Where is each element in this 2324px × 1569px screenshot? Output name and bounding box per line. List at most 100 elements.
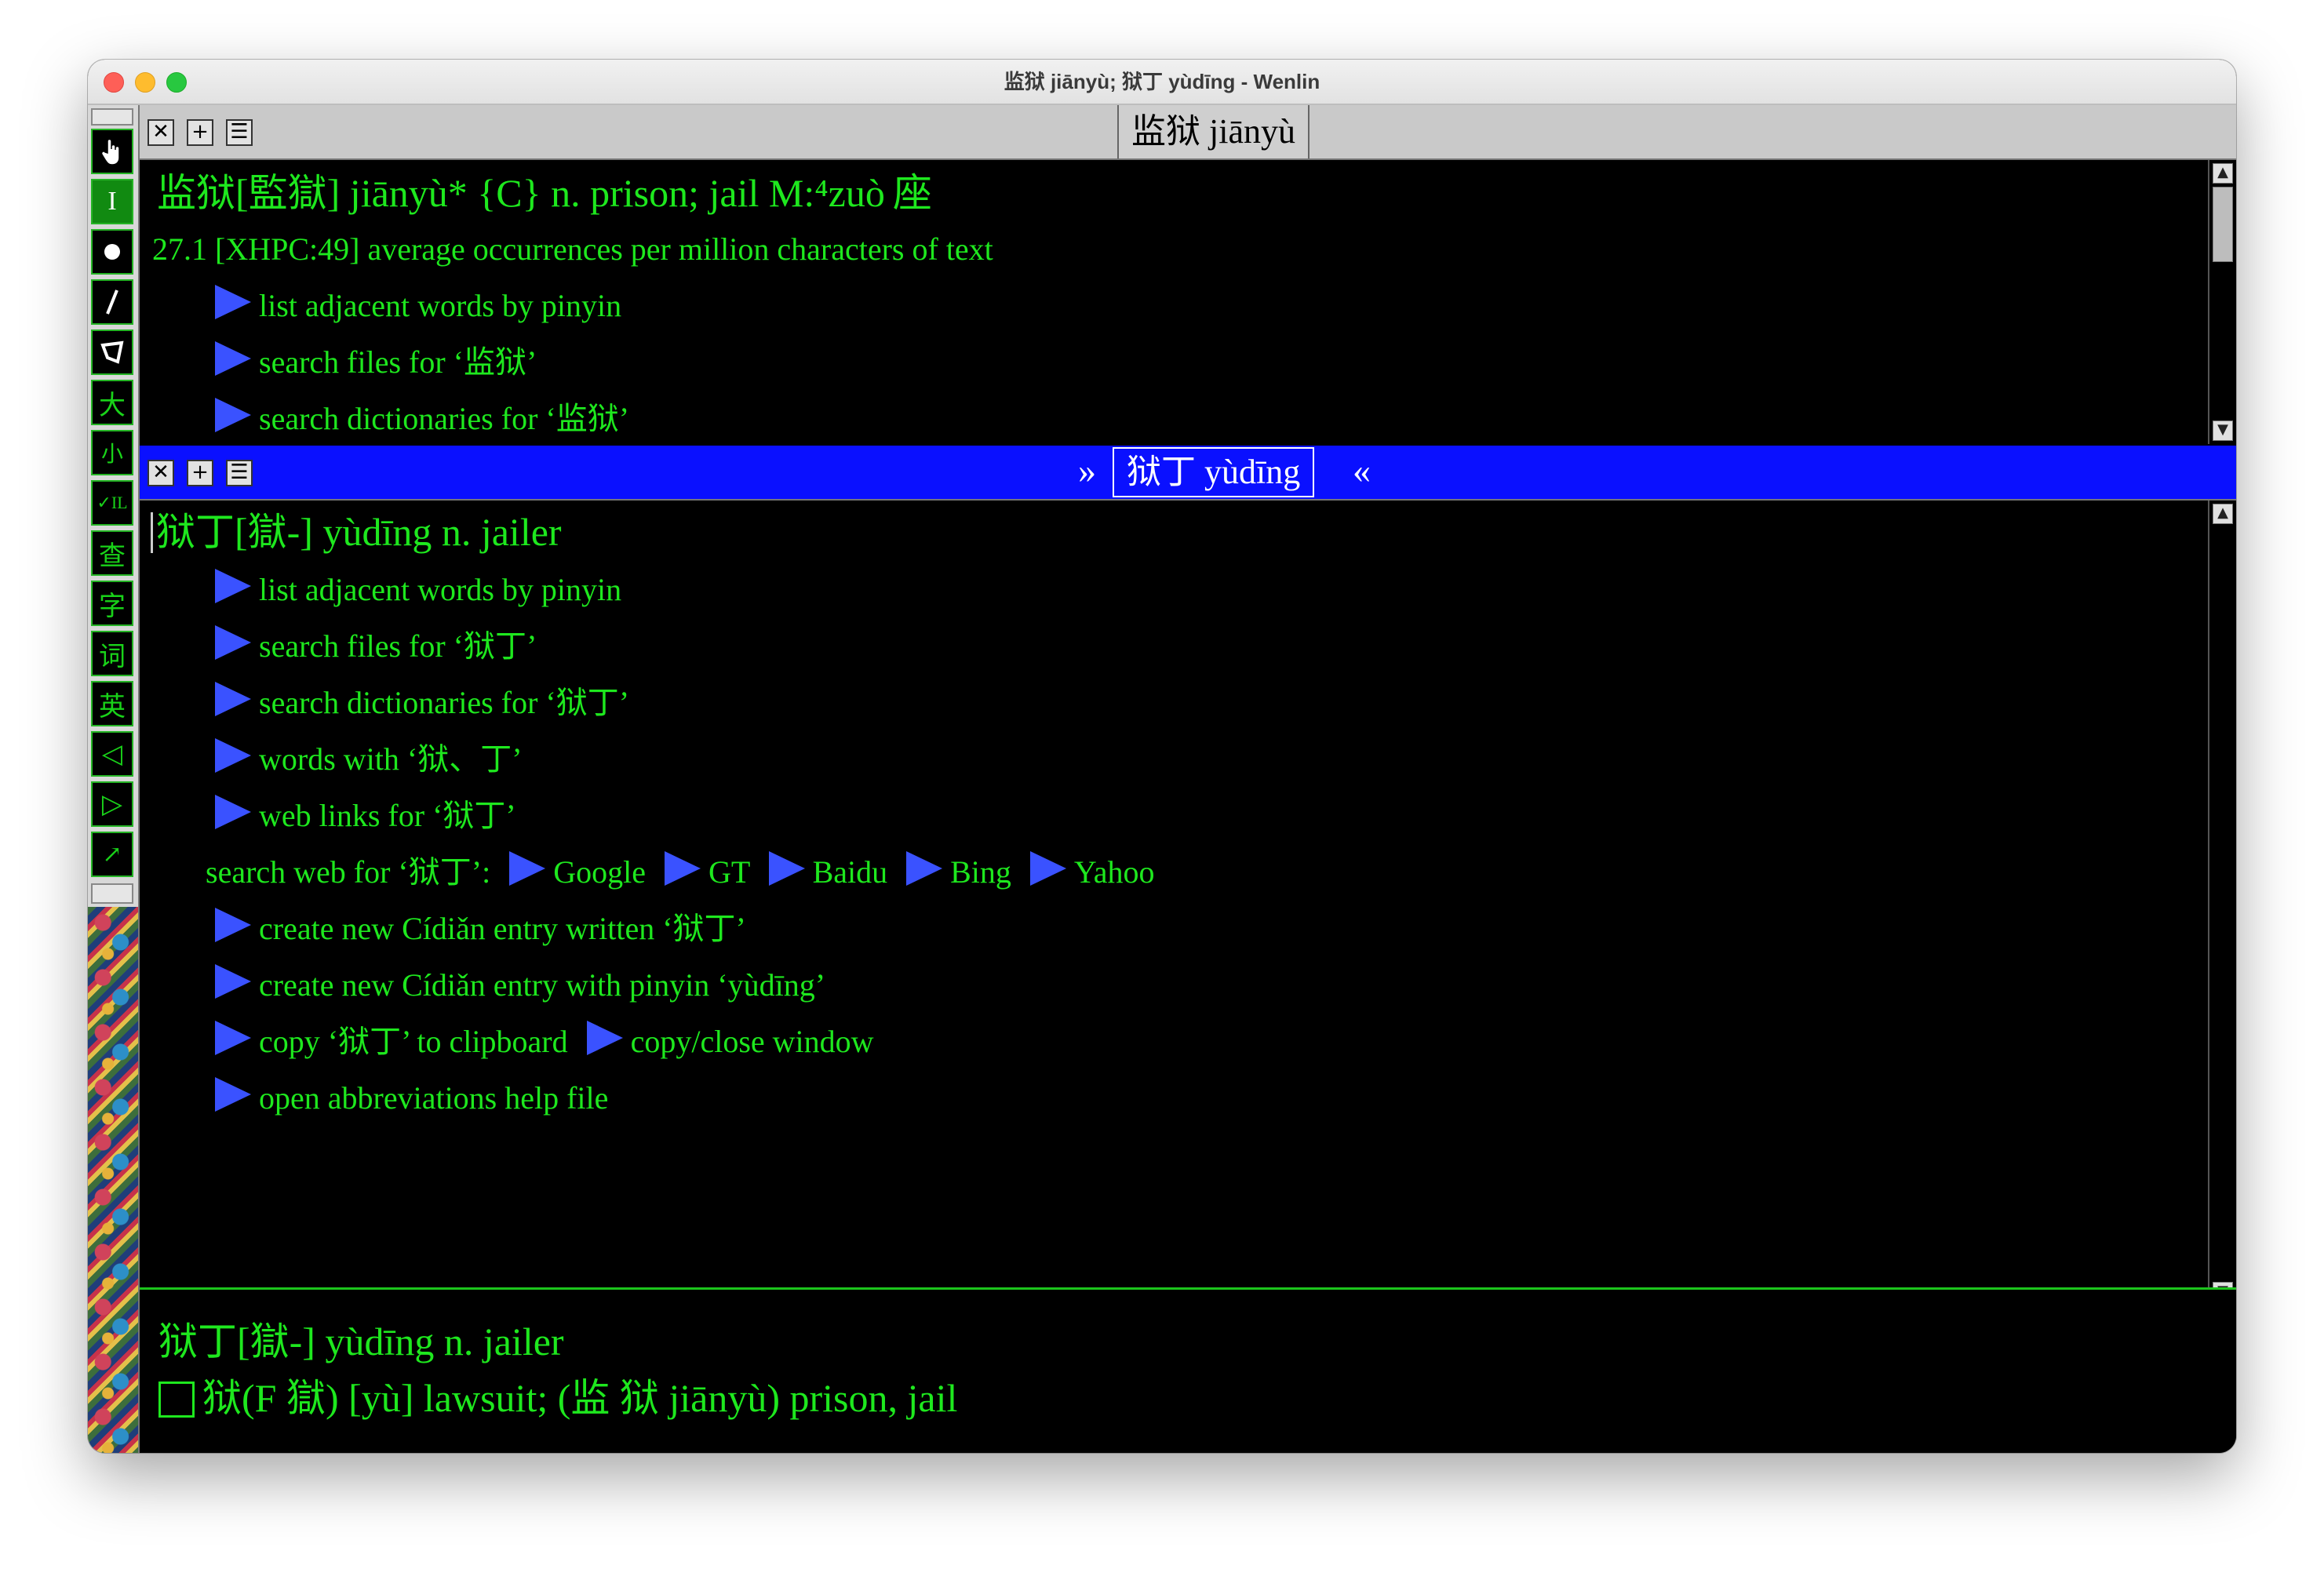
link-arrow-icon [215, 285, 251, 319]
pane1-header: ✕ + ☰ 监狱 jiānyù [140, 105, 2236, 160]
link-arrow-icon [215, 1077, 251, 1112]
pane2-close-icon[interactable]: ✕ [148, 460, 174, 486]
pane2-tab[interactable]: 狱丁 yùdīng [1113, 447, 1315, 497]
info-character-gloss: 狱(F 獄) [yù] lawsuit; (监 狱 jiānyù) prison… [202, 1376, 958, 1420]
expand-label: ↗ [102, 841, 122, 868]
lookup-icon[interactable]: 查 [91, 530, 133, 576]
search-web-label: search web for ‘狱丁’: [206, 854, 491, 890]
pane2-entry[interactable]: 狱丁[獄-] yùdīng n. jailer [151, 508, 562, 555]
back-arrow-label: ◁ [101, 740, 123, 769]
pane2-add-icon[interactable]: + [187, 460, 213, 486]
text-larger-icon[interactable]: 大 [91, 380, 133, 425]
info-entry-head: 狱丁[獄-] yùdīng n. jailer [158, 1320, 564, 1363]
scroll-up-icon[interactable]: ▲ [2213, 504, 2233, 524]
pane1-entry-head: 监狱[監獄] jiānyù* {C} n. prison; jail M:⁴zu… [157, 171, 885, 215]
link-label: web links for ‘狱丁’ [259, 798, 516, 833]
pane1-entry[interactable]: 监狱[監獄] jiānyù* {C} n. prison; jail M:⁴zu… [157, 169, 932, 217]
pane2-search-web-row: search web for ‘狱丁’: Google GT Baidu Bin… [206, 849, 1155, 896]
pane1-content: 监狱[監獄] jiānyù* {C} n. prison; jail M:⁴zu… [140, 160, 2209, 444]
title-bar: 监狱 jiānyù; 狱丁 yùdīng - Wenlin [88, 60, 2236, 105]
copy-clipboard-link[interactable]: copy ‘狱丁’ to clipboard [215, 1021, 568, 1059]
search-google-link[interactable]: Google [509, 851, 646, 890]
pane2-link-search-files[interactable]: search files for ‘狱丁’ [215, 623, 537, 670]
link-label: search files for ‘监狱’ [259, 344, 537, 380]
word-icon[interactable]: 词 [91, 631, 133, 676]
engine-label: Bing [950, 854, 1011, 890]
pane1-menu-icon[interactable]: ☰ [226, 119, 253, 146]
toolbar-bottom-handle[interactable] [91, 883, 133, 904]
link-arrow-icon [215, 795, 251, 829]
english-icon[interactable]: 英 [91, 681, 133, 726]
link-label: list adjacent words by pinyin [259, 572, 622, 607]
link-arrow-icon [906, 851, 943, 886]
link-arrow-icon [768, 851, 805, 886]
pane2-link-web-links[interactable]: web links for ‘狱丁’ [215, 792, 516, 839]
link-arrow-icon [215, 908, 251, 942]
forward-arrow-icon[interactable]: ▷ [91, 781, 133, 827]
expand-icon[interactable]: ↗ [91, 832, 133, 877]
decorative-border-image [88, 907, 138, 1453]
hand-pointer-icon[interactable] [91, 129, 133, 174]
character-icon[interactable]: 字 [91, 581, 133, 626]
pane1-measure-word[interactable]: 座 [893, 171, 932, 215]
search-yahoo-link[interactable]: Yahoo [1029, 851, 1155, 890]
link-label: search dictionaries for ‘监狱’ [259, 401, 630, 436]
wenlin-window: 监狱 jiānyù; 狱丁 yùdīng - Wenlin I 大 小 ✓IL … [88, 60, 2236, 1453]
toolbar-top-handle[interactable] [91, 108, 133, 126]
link-arrow-icon [1029, 851, 1066, 886]
search-bing-link[interactable]: Bing [906, 851, 1011, 890]
scroll-down-icon[interactable]: ▼ [2213, 420, 2233, 441]
pane2-link-abbreviations[interactable]: open abbreviations help file [215, 1075, 608, 1122]
lookup-label: 查 [99, 541, 126, 571]
pane2-link-create-written[interactable]: create new Cídiǎn entry written ‘狱丁’ [215, 905, 746, 952]
link-arrow-icon [215, 341, 251, 376]
info-panel: 狱丁[獄-] yùdīng n. jailer 狱(F 獄) [yù] laws… [140, 1287, 2236, 1453]
pane2-scrollbar[interactable]: ▲ ▼ [2208, 501, 2236, 1305]
checkmark-icon[interactable]: ✓IL [91, 480, 133, 526]
link-label: words with ‘狱、丁’ [259, 741, 523, 777]
pencil-icon[interactable] [91, 279, 133, 325]
character-label: 字 [99, 592, 126, 621]
link-arrow-icon [215, 1021, 251, 1055]
back-arrow-icon[interactable]: ◁ [91, 731, 133, 777]
link-label: copy ‘狱丁’ to clipboard [259, 1024, 568, 1059]
text-cursor-icon[interactable]: I [91, 179, 133, 224]
pane2-content: 狱丁[獄-] yùdīng n. jailer list adjacent wo… [140, 501, 2209, 1305]
pane2-menu-icon[interactable]: ☰ [226, 460, 253, 486]
text-smaller-label: 小 [100, 442, 123, 467]
pane1-scrollbar[interactable]: ▲ ▼ [2208, 160, 2236, 444]
text-caret [151, 512, 153, 553]
search-gt-link[interactable]: GT [664, 851, 750, 890]
pane1-link-search-dicts[interactable]: search dictionaries for ‘监狱’ [215, 395, 629, 442]
link-arrow-icon [509, 851, 546, 886]
search-baidu-link[interactable]: Baidu [768, 851, 888, 890]
pane2-chevron-left: » [1078, 450, 1096, 490]
info-line-2: 狱(F 獄) [yù] lawsuit; (监 狱 jiānyù) prison… [158, 1374, 957, 1422]
pane1-link-search-files[interactable]: search files for ‘监狱’ [215, 339, 537, 386]
link-arrow-icon [664, 851, 701, 886]
link-label: search files for ‘狱丁’ [259, 628, 537, 664]
forward-arrow-label: ▷ [101, 790, 123, 819]
scroll-up-icon[interactable]: ▲ [2213, 163, 2233, 184]
pane2-link-adjacent[interactable]: list adjacent words by pinyin [215, 566, 621, 613]
eraser-icon[interactable] [91, 329, 133, 375]
window-title: 监狱 jiānyù; 狱丁 yùdīng - Wenlin [1004, 70, 1320, 93]
text-smaller-icon[interactable]: 小 [91, 430, 133, 475]
pane2-link-words-with[interactable]: words with ‘狱、丁’ [215, 736, 523, 783]
pane2-header: ✕ + ☰ » 狱丁 yùdīng « [140, 446, 2236, 501]
pane2-link-create-pinyin[interactable]: create new Cídiǎn entry with pinyin ‘yùd… [215, 962, 825, 1009]
pane1-link-adjacent[interactable]: list adjacent words by pinyin [215, 282, 621, 329]
link-arrow-icon [215, 625, 251, 660]
pane1-close-icon[interactable]: ✕ [148, 119, 174, 146]
text-larger-label: 大 [99, 391, 126, 420]
pane2-link-search-dicts[interactable]: search dictionaries for ‘狱丁’ [215, 679, 629, 726]
link-label: open abbreviations help file [259, 1080, 609, 1116]
copy-close-link[interactable]: copy/close window [586, 1021, 874, 1059]
info-checkbox[interactable] [158, 1382, 195, 1418]
circle-dot-icon[interactable] [91, 229, 133, 275]
pane2-entry-head: 狱丁[獄-] yùdīng n. jailer [156, 510, 562, 554]
pane1-add-icon[interactable]: + [187, 119, 213, 146]
pane1-scroll-thumb[interactable] [2213, 187, 2233, 262]
pane1-tab[interactable]: 监狱 jiānyù [1117, 105, 1310, 158]
engine-label: Baidu [812, 854, 888, 890]
